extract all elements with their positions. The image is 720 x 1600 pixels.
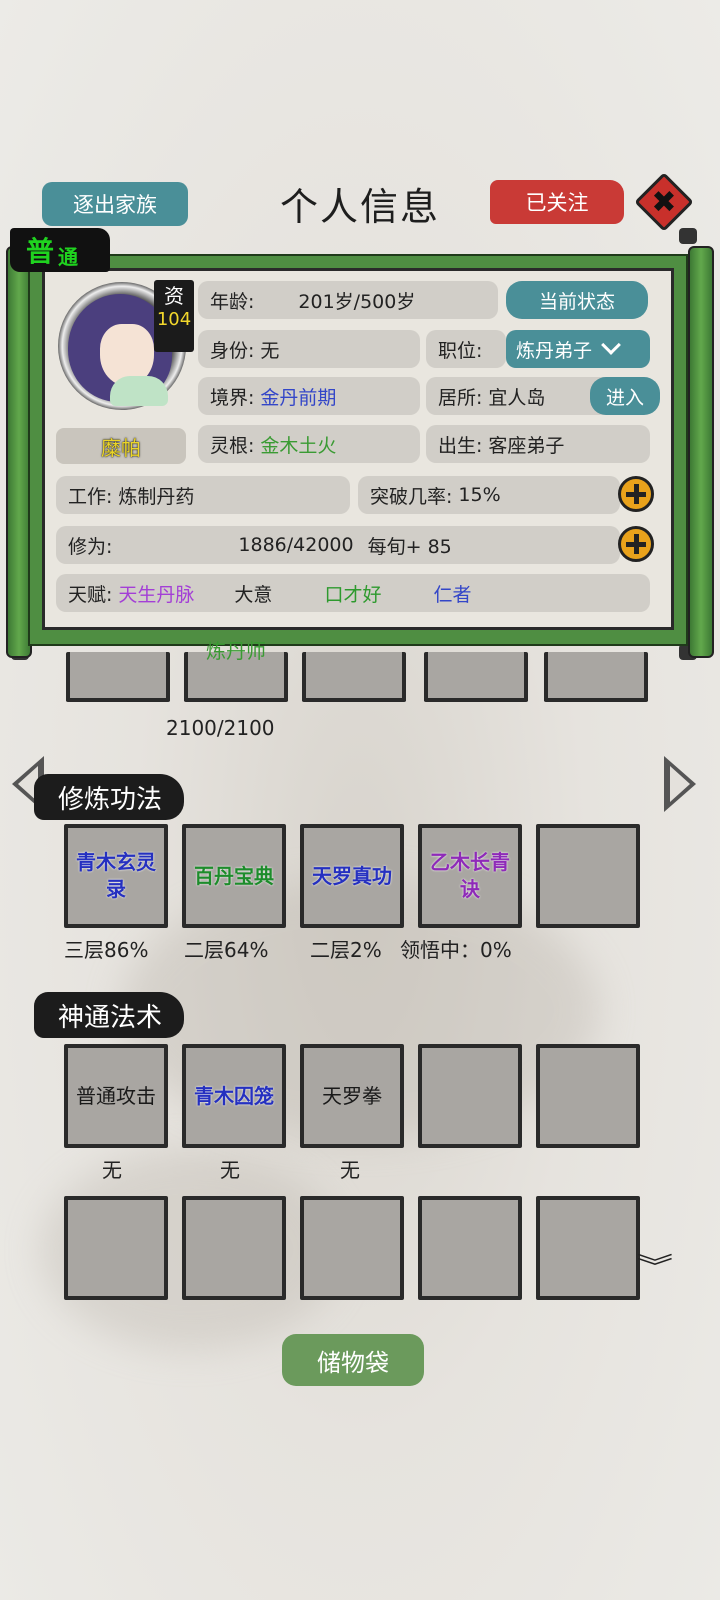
realm-value: 金丹前期 [260,386,337,409]
spell-slot[interactable]: 普通攻击 [64,1044,168,1148]
close-button[interactable]: ✖ [634,172,694,232]
technique-slot[interactable]: 天罗真功 [300,824,404,928]
identity-label: 身份: [210,339,255,362]
add-cultivation-icon[interactable] [618,526,654,562]
profession-slot[interactable] [66,652,170,702]
work-value: 炼制丹药 [118,485,195,508]
next-page-arrow-icon[interactable] [664,756,696,812]
add-breakthrough-icon[interactable] [618,476,654,512]
residence-label: 居所: [438,386,483,409]
cultivation-label: 修为: [68,535,113,558]
spell-slot[interactable]: 青木囚笼 [182,1044,286,1148]
spirit-root-value: 金木土火 [260,434,337,457]
close-icon: ✖ [651,184,677,220]
technique-progress: 二层64% [184,938,269,962]
scroll-cap [679,228,697,244]
spell-level: 无 [340,1158,360,1182]
current-status-button[interactable]: 当前状态 [506,281,648,319]
spell-slot[interactable]: 天罗拳 [300,1044,404,1148]
grade-badge: 普 通 [10,228,110,272]
spell-name: 青木囚笼 [194,1083,274,1108]
page-title: 个人信息 [279,185,440,229]
cultivation-value: 1886/42000 [238,534,354,556]
cultivation-rate: 每旬+ 85 [367,535,452,558]
profession-slot-label: 炼丹师 [206,639,266,663]
technique-progress: 三层86% [64,938,149,962]
profession-slot[interactable]: 炼丹师 [184,639,288,702]
aptitude-label: 资 [164,284,184,308]
spell-slot-empty[interactable] [418,1044,522,1148]
cultivation-field: 修为: 1886/42000 每旬+ 85 [56,526,620,564]
identity-value: 无 [260,339,280,362]
breakthrough-label: 突破几率: [370,485,453,508]
spell-slot-empty[interactable] [182,1196,286,1300]
spell-level: 无 [220,1158,240,1182]
spirit-root-field: 灵根: 金木土火 [198,425,420,463]
expand-more-icon[interactable]: ︾ [637,1255,673,1281]
spell-name: 天罗拳 [322,1083,382,1108]
age-value: 201岁/500岁 [298,290,416,313]
talent-item[interactable]: 大意 [234,580,272,607]
residence-value: 宜人岛 [488,386,546,409]
chevron-down-icon [601,335,621,355]
position-value: 炼丹弟子 [516,339,593,362]
talent-field: 天赋: 天生丹脉 大意 口才好 仁者 [56,574,650,612]
technique-slot-empty[interactable] [536,824,640,928]
spirit-root-label: 灵根: [210,434,255,457]
aptitude-badge: 资 104 [154,280,194,352]
technique-name: 乙木长青诀 [430,850,510,901]
technique-slot[interactable]: 百丹宝典 [182,824,286,928]
spell-slot-empty[interactable] [536,1044,640,1148]
position-label: 职位: [438,339,483,362]
talent-item[interactable]: 天生丹脉 [118,580,194,607]
spells-section-title: 神通法术 [34,992,185,1038]
technique-name: 青木玄灵录 [76,850,156,901]
origin-field: 出生: 客座弟子 [426,425,650,463]
technique-name: 百丹宝典 [194,863,274,888]
spell-level: 无 [102,1158,122,1182]
techniques-section-title: 修炼功法 [34,774,185,820]
character-name[interactable]: 糜帕 [56,428,186,464]
profession-progress: 2100/2100 [166,716,275,740]
origin-value: 客座弟子 [488,434,565,457]
spell-slot-empty[interactable] [418,1196,522,1300]
spell-slot-empty[interactable] [300,1196,404,1300]
spell-name: 普通攻击 [76,1083,156,1108]
identity-field: 身份: 无 [198,330,420,368]
age-field: 年龄: 201岁/500岁 [198,281,498,319]
technique-name: 天罗真功 [312,863,392,888]
following-button[interactable]: 已关注 [490,180,624,224]
talent-item[interactable]: 仁者 [433,580,471,607]
technique-progress: 领悟中：0% [400,938,512,962]
aptitude-value: 104 [156,309,192,330]
realm-label: 境界: [210,386,255,409]
grade-sub: 通 [58,245,79,269]
enter-residence-button[interactable]: 进入 [590,377,660,415]
profession-slot[interactable] [302,652,406,702]
age-label: 年龄: [210,290,255,313]
spell-slot-empty[interactable] [64,1196,168,1300]
storage-bag-button[interactable]: 储物袋 [282,1334,424,1386]
realm-field: 境界: 金丹前期 [198,377,420,415]
work-label: 工作: [68,485,113,508]
expel-from-clan-button[interactable]: 逐出家族 [42,182,188,226]
talent-label: 天赋: [68,583,113,606]
technique-progress: 二层2% [310,938,382,962]
origin-label: 出生: [438,434,483,457]
position-field: 职位: [426,330,506,368]
technique-slot[interactable]: 乙木长青诀 [418,824,522,928]
profession-slot[interactable] [424,652,528,702]
talent-item[interactable]: 口才好 [324,580,381,607]
work-field: 工作: 炼制丹药 [56,476,350,514]
technique-slot[interactable]: 青木玄灵录 [64,824,168,928]
breakthrough-value: 15% [458,484,501,506]
grade-main: 普 [26,235,55,268]
spell-slot-empty[interactable] [536,1196,640,1300]
profession-slot[interactable] [544,652,648,702]
position-dropdown[interactable]: 炼丹弟子 [506,330,650,368]
scroll-rod-right [688,246,714,658]
breakthrough-field: 突破几率: 15% [358,476,620,514]
